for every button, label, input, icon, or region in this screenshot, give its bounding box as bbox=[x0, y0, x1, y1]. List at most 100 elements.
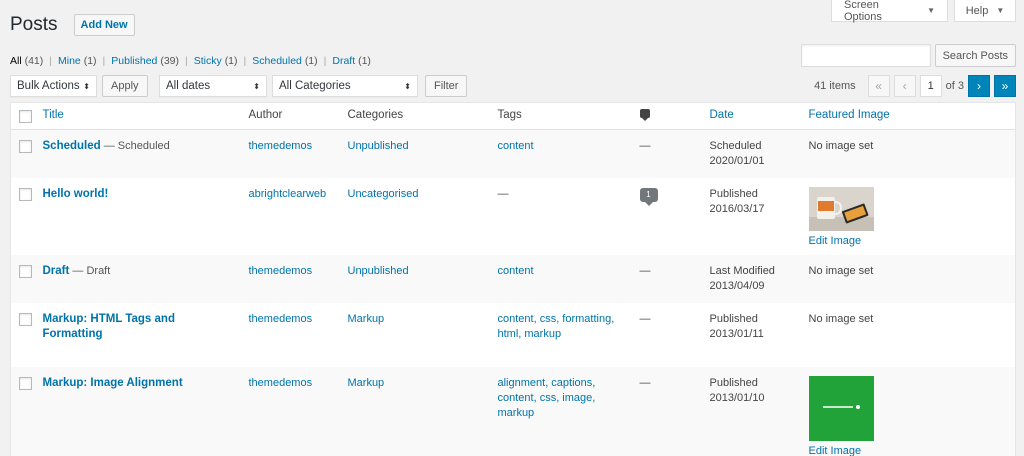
tags-link[interactable]: alignment, captions, content, css, image… bbox=[498, 377, 596, 419]
date-value: 2013/04/09 bbox=[709, 279, 765, 292]
row-checkbox[interactable] bbox=[19, 312, 32, 326]
row-checkbox[interactable] bbox=[19, 376, 32, 390]
edit-image-link[interactable]: Edit Image bbox=[809, 235, 862, 247]
bulk-actions-select[interactable]: Bulk Actions ⬍ bbox=[10, 75, 97, 97]
tags-cell: content bbox=[498, 130, 640, 178]
comment-bubble-icon bbox=[639, 109, 650, 121]
search-posts-button[interactable]: Search Posts bbox=[934, 44, 1016, 67]
filter-button[interactable]: Filter bbox=[425, 75, 468, 97]
row-select-cell bbox=[11, 303, 43, 367]
column-title[interactable]: Title bbox=[42, 102, 249, 130]
date-value: 2013/01/11 bbox=[709, 327, 764, 340]
category-link[interactable]: Markup bbox=[348, 313, 385, 325]
author-link[interactable]: themedemos bbox=[249, 265, 313, 277]
post-state: — Draft bbox=[69, 264, 111, 277]
row-checkbox[interactable] bbox=[19, 187, 32, 201]
filter-separator: | bbox=[185, 55, 188, 67]
filter-separator: | bbox=[102, 55, 106, 67]
comment-count-bubble[interactable]: 1 bbox=[639, 187, 658, 206]
filter-draft[interactable]: Draft (1) bbox=[332, 55, 371, 67]
pagination: 41 items « ‹ 1 of 3 › » bbox=[814, 75, 1016, 97]
author-cell: abrightclearweb bbox=[249, 178, 348, 255]
column-comments[interactable] bbox=[639, 102, 710, 130]
author-link[interactable]: themedemos bbox=[249, 313, 313, 325]
date-status: Published bbox=[709, 376, 758, 389]
categories-cell: Unpublished bbox=[348, 130, 498, 178]
first-page-button[interactable]: « bbox=[867, 75, 890, 97]
column-author: Author bbox=[248, 102, 348, 130]
date-cell: Last Modified 2013/04/09 bbox=[710, 255, 809, 303]
row-select-cell bbox=[11, 367, 43, 456]
tags-link[interactable]: content, css, formatting, html, markup bbox=[498, 313, 615, 340]
post-title-link[interactable]: Scheduled bbox=[43, 140, 101, 152]
filter-published[interactable]: Published (39) bbox=[111, 55, 179, 67]
category-link[interactable]: Uncategorised bbox=[348, 188, 419, 200]
current-page-input[interactable]: 1 bbox=[919, 75, 942, 97]
apply-button[interactable]: Apply bbox=[102, 75, 148, 97]
filter-sticky[interactable]: Sticky (1) bbox=[194, 55, 238, 67]
category-link[interactable]: Unpublished bbox=[348, 140, 409, 152]
screen-options-button[interactable]: Screen Options ▼ bbox=[831, 0, 948, 23]
help-label: Help bbox=[965, 4, 989, 17]
dates-value: All dates bbox=[166, 80, 211, 92]
featured-image-cell: No image set bbox=[809, 130, 1016, 178]
featured-image-thumbnail[interactable] bbox=[808, 186, 874, 231]
dates-select[interactable]: All dates ⬍ bbox=[159, 75, 267, 97]
tags-link[interactable]: content bbox=[498, 265, 534, 277]
author-link[interactable]: themedemos bbox=[249, 140, 313, 152]
categories-select[interactable]: All Categories ⬍ bbox=[272, 75, 418, 97]
tablenav-top: Bulk Actions ⬍ Apply All dates ⬍ All Cat… bbox=[10, 75, 1016, 99]
search-input[interactable] bbox=[800, 44, 931, 67]
categories-cell: Unpublished bbox=[348, 255, 498, 303]
table-row: Hello world! abrightclearweb Uncategoris… bbox=[11, 178, 1016, 255]
date-value: 2013/01/10 bbox=[709, 391, 765, 404]
posts-table: Title Author Categories Tags Date Featur… bbox=[10, 102, 1016, 456]
filter-separator: | bbox=[243, 55, 247, 67]
categories-value: All Categories bbox=[279, 80, 351, 92]
table-row: Markup: Image Alignment themedemos Marku… bbox=[10, 366, 1016, 456]
post-title-link[interactable]: Markup: Image Alignment bbox=[43, 377, 183, 389]
search-box: Search Posts bbox=[800, 44, 1016, 67]
row-select-cell bbox=[11, 255, 43, 303]
items-count: 41 items bbox=[814, 80, 856, 92]
post-title-link[interactable]: Markup: HTML Tags and Formatting bbox=[43, 313, 175, 340]
help-button[interactable]: Help ▼ bbox=[954, 0, 1016, 22]
select-all-checkbox[interactable] bbox=[19, 110, 32, 123]
filter-mine[interactable]: Mine (1) bbox=[58, 55, 97, 67]
author-link[interactable]: themedemos bbox=[249, 377, 313, 389]
table-header-row: Title Author Categories Tags Date Featur… bbox=[10, 102, 1016, 130]
category-link[interactable]: Unpublished bbox=[348, 265, 409, 277]
select-arrows-icon: ⬍ bbox=[404, 81, 411, 91]
category-link[interactable]: Markup bbox=[348, 377, 385, 389]
date-cell: Published 2013/01/11 bbox=[710, 303, 809, 367]
date-cell: Published 2013/01/10 bbox=[710, 367, 809, 456]
featured-image-text: No image set bbox=[808, 140, 874, 152]
row-select-cell bbox=[11, 178, 43, 255]
add-new-button[interactable]: Add New bbox=[73, 14, 135, 36]
date-status: Last Modified bbox=[709, 264, 775, 277]
post-title-link[interactable]: Draft bbox=[43, 265, 70, 277]
next-page-button[interactable]: › bbox=[968, 75, 990, 97]
prev-page-button[interactable]: ‹ bbox=[893, 75, 916, 97]
post-title-cell: Markup: Image Alignment bbox=[43, 367, 249, 456]
featured-image-thumbnail[interactable] bbox=[808, 375, 874, 441]
column-featured-image[interactable]: Featured Image bbox=[808, 102, 1016, 130]
row-checkbox[interactable] bbox=[19, 264, 32, 278]
row-checkbox[interactable] bbox=[19, 140, 32, 153]
edit-image-link[interactable]: Edit Image bbox=[809, 445, 862, 456]
no-comments: — bbox=[639, 312, 651, 325]
post-title-link[interactable]: Hello world! bbox=[43, 188, 109, 200]
author-link[interactable]: abrightclearweb bbox=[249, 188, 327, 200]
column-date[interactable]: Date bbox=[709, 102, 809, 130]
no-comments: — bbox=[639, 376, 651, 389]
comments-cell: — bbox=[640, 303, 710, 367]
status-filters: All (41) | Mine (1) | Published (39) | S… bbox=[10, 55, 371, 67]
filter-all[interactable]: All (41) bbox=[10, 55, 43, 67]
post-title-cell: Scheduled — Scheduled bbox=[43, 130, 249, 178]
tags-cell: content bbox=[498, 255, 640, 303]
tags-cell: alignment, captions, content, css, image… bbox=[498, 367, 640, 456]
last-page-button[interactable]: » bbox=[994, 75, 1016, 97]
tags-link[interactable]: content bbox=[498, 140, 534, 152]
bulk-actions-value: Bulk Actions bbox=[17, 80, 80, 92]
filter-scheduled[interactable]: Scheduled (1) bbox=[252, 55, 317, 67]
